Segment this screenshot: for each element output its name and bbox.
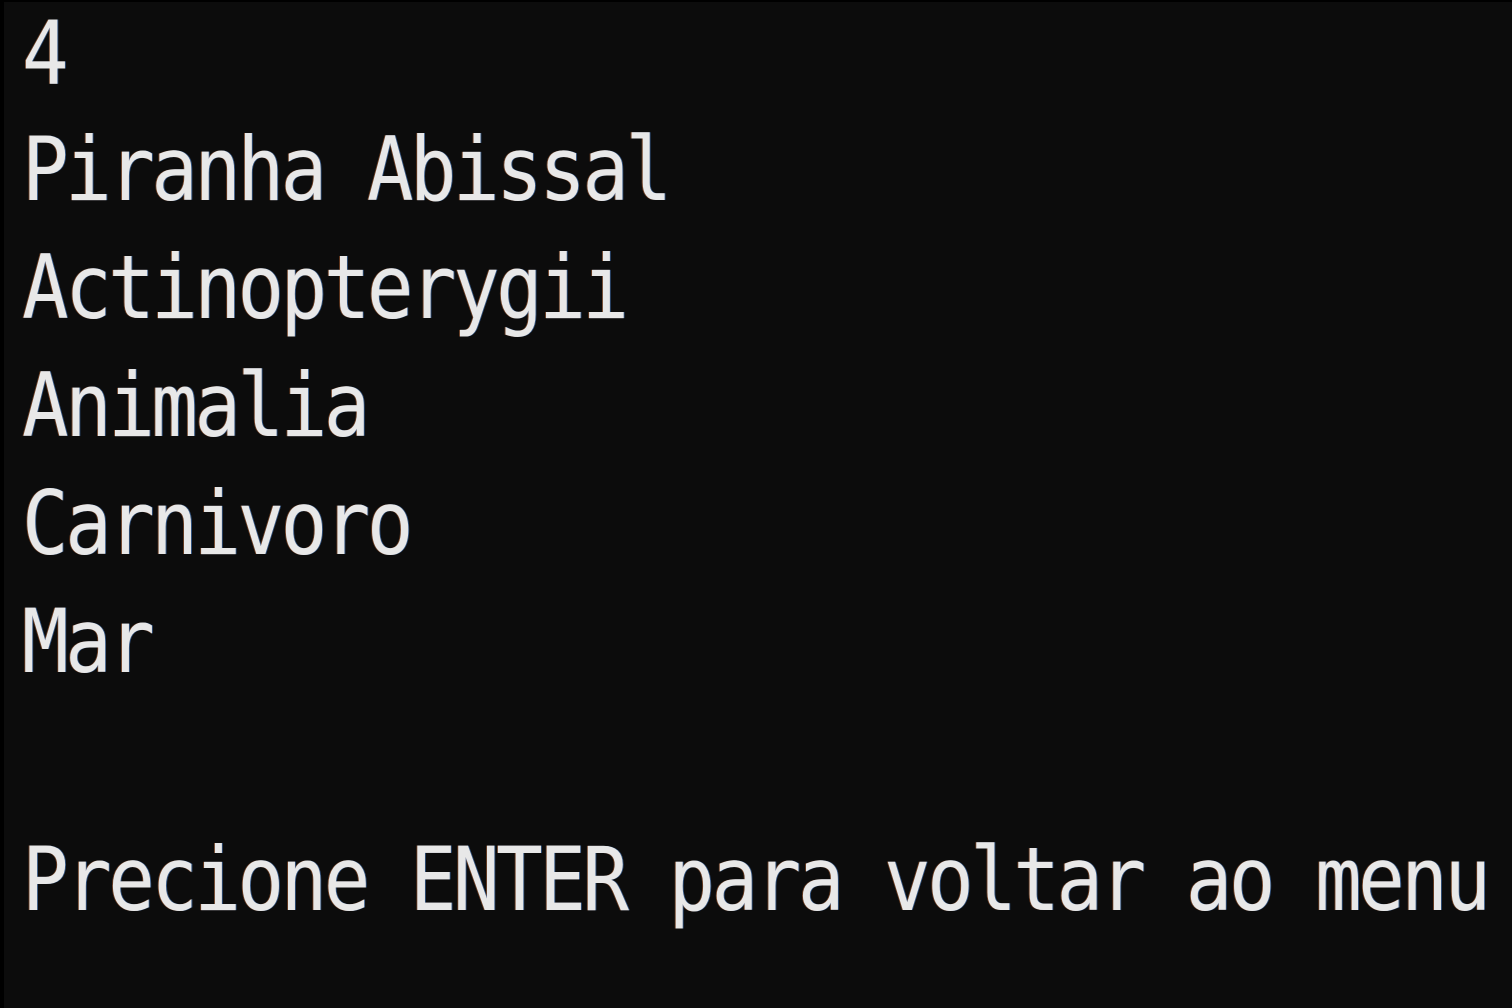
- output-line-id: 4: [22, 2, 69, 105]
- output-line-class: Actinopterygii: [22, 236, 629, 339]
- output-line-kingdom: Animalia: [22, 354, 370, 457]
- console-window[interactable]: 4 Piranha Abissal Actinopterygii Animali…: [0, 0, 1512, 1008]
- output-line-habitat: Mar: [22, 590, 155, 693]
- output-line-diet: Carnivoro: [22, 472, 413, 575]
- output-line-name: Piranha Abissal: [22, 118, 672, 221]
- enter-prompt: Precione ENTER para voltar ao menu: [22, 828, 1491, 931]
